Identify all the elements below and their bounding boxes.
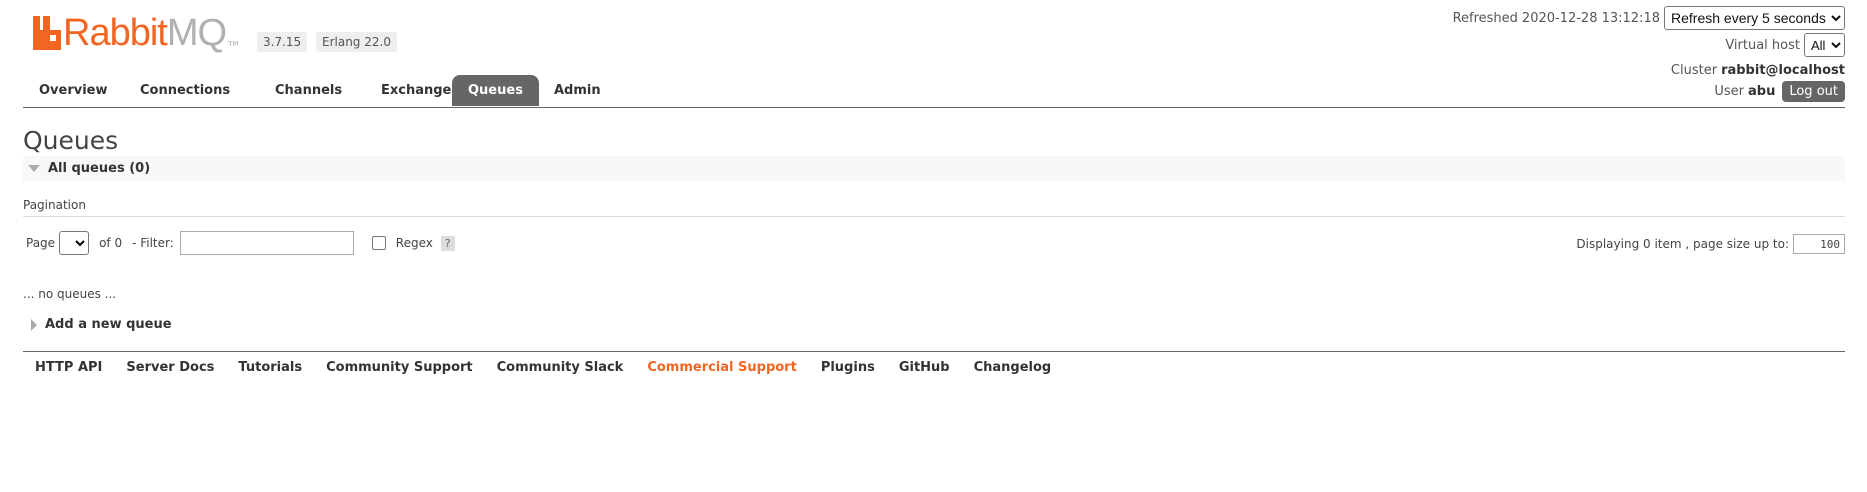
regex-checkbox[interactable] — [371, 236, 386, 250]
footer-link-changelog[interactable]: Changelog — [974, 360, 1052, 375]
logo-text-rabbit: Rabbit — [63, 12, 168, 54]
empty-state: ... no queues ... — [23, 287, 117, 301]
section-title: All queues (0) — [48, 161, 151, 176]
page-size-input[interactable]: 100 — [1793, 234, 1845, 254]
logo-text-mq: MQ — [166, 12, 227, 54]
refreshed-label: Refreshed — [1452, 10, 1518, 26]
tab-admin[interactable]: Admin — [538, 75, 617, 106]
page-count: of 0 — [99, 236, 123, 250]
divider — [23, 216, 1845, 217]
page-label: Page — [26, 236, 56, 250]
page-select[interactable] — [59, 231, 90, 255]
version-badge: 3.7.15 — [257, 32, 308, 52]
footer-links: HTTP API Server Docs Tutorials Community… — [35, 360, 1051, 375]
tab-connections[interactable]: Connections — [124, 75, 246, 106]
add-queue-toggle[interactable]: Add a new queue — [23, 317, 172, 332]
logo-wordmark: RabbitMQ — [63, 14, 227, 52]
pagination-label: Pagination — [23, 198, 86, 212]
displaying-text: Displaying 0 item , page size up to: — [1576, 237, 1789, 251]
tab-overview[interactable]: Overview — [23, 75, 124, 106]
collapse-arrow-icon — [28, 165, 40, 172]
footer-link-community-support[interactable]: Community Support — [326, 360, 473, 375]
footer-link-community-slack[interactable]: Community Slack — [497, 360, 624, 375]
add-queue-label: Add a new queue — [45, 317, 172, 332]
tab-queues[interactable]: Queues — [452, 75, 539, 106]
pagination-controls: Page of 0 - Filter: Regex ? — [26, 231, 455, 255]
main-nav: Overview Connections Channels Exchanges … — [23, 75, 1845, 108]
rabbitmq-logo[interactable]: RabbitMQ TM — [33, 14, 239, 52]
vhost-label: Virtual host — [1725, 37, 1800, 53]
tab-channels[interactable]: Channels — [259, 75, 358, 106]
rabbit-logo-icon — [33, 16, 61, 50]
footer-link-commercial-support[interactable]: Commercial Support — [647, 360, 797, 375]
filter-label: - Filter: — [132, 236, 174, 250]
footer-link-tutorials[interactable]: Tutorials — [238, 360, 302, 375]
display-info: Displaying 0 item , page size up to: 100 — [1576, 234, 1845, 254]
filter-input[interactable] — [179, 231, 354, 255]
expand-arrow-icon — [31, 318, 37, 331]
footer-link-plugins[interactable]: Plugins — [821, 360, 875, 375]
logo-tm: TM — [228, 40, 239, 48]
refresh-interval-select[interactable]: Refresh every 5 seconds — [1664, 6, 1845, 30]
page-title: Queues — [23, 126, 119, 155]
vhost-select[interactable]: All — [1804, 33, 1845, 57]
all-queues-section-toggle[interactable]: All queues (0) — [23, 156, 1845, 181]
erlang-badge: Erlang 22.0 — [316, 32, 397, 52]
footer-link-github[interactable]: GitHub — [899, 360, 950, 375]
footer-link-http-api[interactable]: HTTP API — [35, 360, 102, 375]
regex-label: Regex — [395, 236, 433, 250]
footer-divider — [23, 351, 1845, 352]
refreshed-time: 2020-12-28 13:12:18 — [1521, 10, 1660, 26]
regex-help-button[interactable]: ? — [440, 235, 455, 251]
footer-link-server-docs[interactable]: Server Docs — [126, 360, 214, 375]
